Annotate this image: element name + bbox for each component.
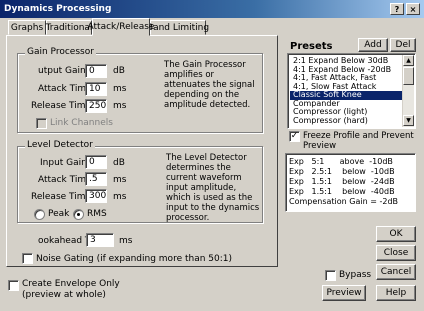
scroll-thumb[interactable] xyxy=(403,67,414,85)
add-preset-button[interactable]: Add xyxy=(358,38,388,52)
link-channels-checkbox[interactable] xyxy=(36,118,47,129)
output-gain-unit: dB xyxy=(113,66,125,76)
preset-item[interactable]: 4:1, Slow Fast Attack xyxy=(290,83,402,92)
level-detector-legend: Level Detector xyxy=(25,140,95,150)
output-gain-field[interactable]: 0 xyxy=(85,64,107,78)
delete-preset-button[interactable]: Del xyxy=(390,38,416,52)
title-bar: Dynamics Processing xyxy=(0,0,424,18)
tab-graphs[interactable]: Graphs xyxy=(8,20,46,35)
preset-item[interactable]: 2:1 Expand Below 30dB xyxy=(290,57,402,66)
ld-attack-unit: ms xyxy=(113,175,127,185)
close-button[interactable]: Close xyxy=(376,245,416,261)
ld-release-field[interactable]: 300 xyxy=(85,189,107,203)
ok-button[interactable]: OK xyxy=(376,226,416,242)
scroll-up-icon[interactable]: ▲ xyxy=(403,55,414,66)
help-button[interactable]: Help xyxy=(376,285,416,301)
cancel-button[interactable]: Cancel xyxy=(376,264,416,280)
settings-summary-box: Exp 5:1 above -10dB Exp 2.5:1 below -10d… xyxy=(285,153,416,212)
gp-release-label: Release Time xyxy=(31,101,92,111)
gain-processor-legend: Gain Processor xyxy=(25,47,96,57)
link-channels-label: Link Channels xyxy=(50,118,113,128)
gp-attack-unit: ms xyxy=(113,84,127,94)
ld-release-label: Release Time xyxy=(31,192,92,202)
noise-gating-label: Noise Gating (if expanding more than 50:… xyxy=(36,254,233,264)
help-title-button[interactable]: ? xyxy=(390,3,404,15)
summary-line: Exp 5:1 above -10dB xyxy=(289,157,393,166)
ld-attack-label: Attack Time xyxy=(38,175,92,185)
bypass-checkbox[interactable] xyxy=(325,270,336,281)
gp-attack-label: Attack Time xyxy=(38,84,92,94)
preset-item[interactable]: Compander xyxy=(290,100,402,109)
scroll-down-icon[interactable]: ▼ xyxy=(403,115,414,126)
presets-list[interactable]: 2:1 Expand Below 30dB 4:1 Expand Below -… xyxy=(287,53,416,129)
ld-release-unit: ms xyxy=(113,192,127,202)
peak-radio[interactable] xyxy=(34,209,45,220)
tab-band-limiting[interactable]: Band Limiting xyxy=(147,20,209,35)
preset-item-selected[interactable]: Classic Soft Knee xyxy=(290,91,402,100)
tab-traditional[interactable]: Traditional xyxy=(46,20,92,35)
freeze-profile-label: Freeze Profile and Prevent Preview xyxy=(303,131,414,151)
window-title: Dynamics Processing xyxy=(4,4,112,14)
preset-item[interactable]: 4:1, Fast Attack, Fast xyxy=(290,74,402,83)
gp-release-unit: ms xyxy=(113,101,127,111)
create-envelope-label: Create Envelope Only xyxy=(22,279,120,289)
rms-label: RMS xyxy=(87,209,107,219)
level-detector-description: The Level Detector determines the curren… xyxy=(166,153,260,223)
close-icon: × xyxy=(409,4,417,14)
summary-line: Exp 2.5:1 below -10dB xyxy=(289,167,395,176)
preset-item[interactable]: Compressor (light) xyxy=(290,108,402,117)
create-envelope-sublabel: (preview at whole) xyxy=(22,290,106,300)
lookahead-field[interactable]: 3 xyxy=(86,233,114,247)
noise-gating-checkbox[interactable] xyxy=(22,253,33,264)
input-gain-unit: dB xyxy=(113,158,125,168)
gain-processor-description: The Gain Processor amplifies or attenuat… xyxy=(164,60,255,110)
peak-label: Peak xyxy=(48,209,70,219)
lookahead-unit: ms xyxy=(119,236,133,246)
summary-line: Exp 1.5:1 below -40dB xyxy=(289,187,395,196)
create-envelope-checkbox[interactable] xyxy=(8,280,19,291)
input-gain-field[interactable]: 0 xyxy=(85,155,107,169)
freeze-profile-checkbox[interactable]: ✓ xyxy=(289,131,300,142)
gp-release-field[interactable]: 250 xyxy=(85,99,107,113)
ld-attack-field[interactable]: .5 xyxy=(85,172,107,186)
preset-item[interactable]: Compressor (hard) xyxy=(290,117,402,126)
bypass-label: Bypass xyxy=(339,270,372,280)
preview-button[interactable]: Preview xyxy=(322,285,366,301)
output-gain-label: utput Gain xyxy=(38,66,86,76)
input-gain-label: Input Gain xyxy=(40,158,87,168)
presets-scrollbar[interactable]: ▲ ▼ xyxy=(402,55,414,127)
presets-title: Presets xyxy=(290,41,333,52)
help-icon: ? xyxy=(394,4,400,14)
gp-attack-field[interactable]: 10 xyxy=(85,82,107,96)
rms-radio[interactable] xyxy=(73,209,84,220)
tab-attack-release[interactable]: Attack/Release xyxy=(88,18,154,36)
close-title-button[interactable]: × xyxy=(406,3,420,15)
preset-item[interactable]: 4:1 Expand Below -20dB xyxy=(290,66,402,75)
summary-line: Exp 1.5:1 below -24dB xyxy=(289,177,395,186)
summary-line: Compensation Gain = -2dB xyxy=(289,197,399,206)
